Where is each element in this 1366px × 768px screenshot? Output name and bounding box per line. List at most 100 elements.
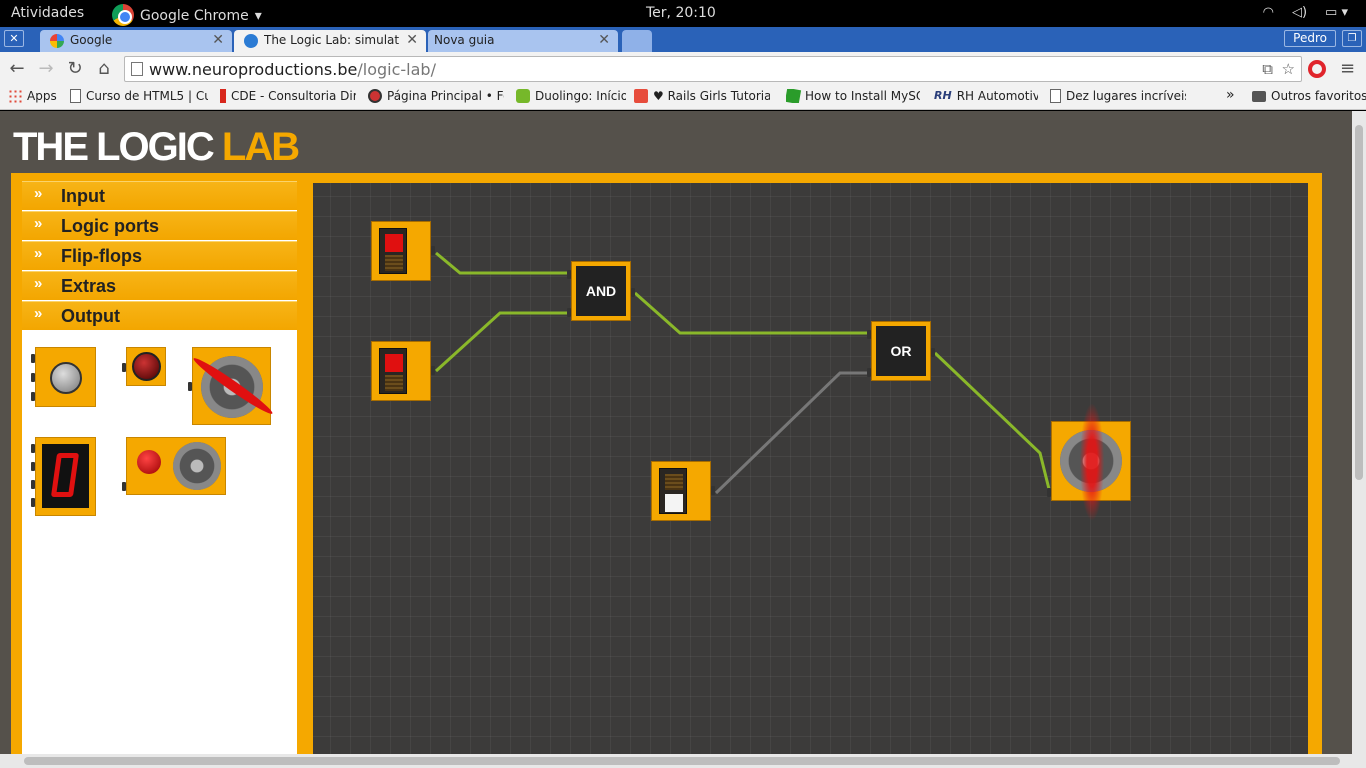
input-pin <box>31 373 35 382</box>
address-bar[interactable]: www.neuroproductions.be/logic-lab/ ⧉ ☆ <box>124 56 1302 82</box>
led-icon <box>132 352 161 381</box>
input-pin <box>122 482 126 491</box>
circuit-canvas[interactable]: AND OR <box>313 183 1308 754</box>
wire-switch2-and[interactable] <box>434 311 570 373</box>
bookmark-label: RH Automotive <box>956 89 1038 103</box>
output-pin <box>711 486 715 495</box>
battery-icon[interactable]: ▭ ▾ <box>1325 5 1348 20</box>
logo-accent-text: LAB <box>221 125 300 169</box>
wire-switch3-or[interactable] <box>714 371 870 495</box>
fan-output-component[interactable] <box>188 347 276 425</box>
profile-button[interactable]: Pedro <box>1284 30 1336 47</box>
bookmark-star-icon[interactable]: ☆ <box>1282 60 1295 78</box>
cde-icon <box>220 89 226 103</box>
page-icon <box>70 89 81 103</box>
scrollbar-thumb[interactable] <box>24 757 1340 765</box>
system-top-bar: Atividades Google Chrome ▾ Ter, 20:10 ◠ … <box>0 0 1366 27</box>
close-tab-icon[interactable]: ✕ <box>598 32 610 48</box>
seven-segment-display-component[interactable] <box>31 437 96 516</box>
logic-lab-logo: THE LOGIC LAB <box>13 125 300 170</box>
category-label: Logic ports <box>61 216 159 236</box>
category-flip-flops[interactable]: » Flip-flops <box>22 241 297 270</box>
tab-google[interactable]: Google ✕ <box>40 30 232 52</box>
bookmark-apps[interactable]: Apps <box>8 89 60 103</box>
wires-layer <box>434 251 1052 495</box>
window-restore-button[interactable]: ❐ <box>1342 30 1362 47</box>
led-output-component[interactable] <box>122 347 166 386</box>
app-name: Google Chrome <box>140 8 249 24</box>
category-logic-ports[interactable]: » Logic ports <box>22 211 297 240</box>
bookmark-item[interactable]: ♥ Rails Girls Tutorial <box>634 89 770 103</box>
translate-icon[interactable]: ⧉ <box>1262 60 1273 78</box>
window-close-button[interactable]: ✕ <box>4 30 24 47</box>
fan-output[interactable] <box>1047 404 1131 520</box>
tab-logic-lab[interactable]: The Logic Lab: simulating ✕ <box>234 30 426 52</box>
other-bookmarks[interactable]: Outros favoritos <box>1252 89 1366 103</box>
back-arrow-icon[interactable]: ← <box>6 58 28 80</box>
or-gate[interactable]: OR <box>867 321 935 381</box>
wifi-icon[interactable]: ◠ <box>1263 5 1274 20</box>
toggle-switch[interactable] <box>651 461 715 521</box>
wire-or-fan[interactable] <box>933 351 1052 494</box>
input-pin <box>31 480 35 489</box>
home-icon[interactable]: ⌂ <box>93 58 115 80</box>
bookmark-label: CDE - Consultoria Dire <box>231 89 356 103</box>
tab-nova-guia[interactable]: Nova guia ✕ <box>428 30 618 52</box>
chrome-menu-icon[interactable]: ≡ <box>1340 58 1355 79</box>
double-chevron-icon: » <box>34 245 43 262</box>
switch-grip <box>665 474 683 490</box>
input-pin <box>188 382 192 391</box>
rails-girls-icon <box>634 89 648 103</box>
bookmark-item[interactable]: Página Principal • Fór <box>368 89 504 103</box>
toggle-switch[interactable] <box>371 341 435 401</box>
category-output[interactable]: » Output <box>22 301 297 330</box>
and-gate[interactable]: AND <box>567 261 635 321</box>
bulb-output-component[interactable] <box>31 347 96 407</box>
double-chevron-icon: » <box>34 185 43 202</box>
duolingo-icon <box>516 89 530 103</box>
switch-on-indicator <box>385 354 403 372</box>
category-input[interactable]: » Input <box>22 181 297 210</box>
forward-arrow-icon[interactable]: → <box>35 58 57 80</box>
tab-strip: ✕ Google ✕ The Logic Lab: simulating ✕ N… <box>0 27 1366 52</box>
volume-icon[interactable]: ◁) <box>1292 5 1307 20</box>
bookmark-item[interactable]: RH RH Automotive <box>934 89 1038 103</box>
new-tab-button[interactable] <box>622 30 652 52</box>
input-pin <box>31 462 35 471</box>
vertical-scrollbar[interactable] <box>1352 111 1366 754</box>
bookmark-item[interactable]: Duolingo: Início <box>516 89 626 103</box>
rh-icon: RH <box>934 89 952 102</box>
browser-toolbar: ← → ↻ ⌂ www.neuroproductions.be/logic-la… <box>0 52 1366 86</box>
category-extras[interactable]: » Extras <box>22 271 297 300</box>
wire-switch1-and[interactable] <box>435 251 570 275</box>
app-menu[interactable]: Google Chrome ▾ <box>112 4 262 27</box>
bookmark-label: Outros favoritos <box>1271 89 1366 103</box>
bookmark-label: ♥ Rails Girls Tutorial <box>653 89 770 103</box>
reload-icon[interactable]: ↻ <box>64 58 86 80</box>
category-label: Output <box>61 306 120 326</box>
page-info-icon[interactable] <box>131 62 143 76</box>
bookmarks-overflow-button[interactable]: » <box>1226 87 1235 103</box>
input-pin <box>567 308 571 317</box>
bookmark-item[interactable]: Curso de HTML5 | Cu <box>70 89 208 103</box>
system-tray[interactable]: ◠ ◁) ▭ ▾ <box>1263 5 1348 20</box>
switch-body <box>659 468 687 514</box>
double-chevron-icon: » <box>34 215 43 232</box>
scrollbar-thumb[interactable] <box>1355 125 1363 480</box>
opera-extension-icon[interactable] <box>1308 60 1326 78</box>
page-content: THE LOGIC LAB » Input » Logic ports » Flip-… <box>0 111 1352 754</box>
wire-and-or[interactable] <box>634 291 870 335</box>
close-tab-icon[interactable]: ✕ <box>212 32 224 48</box>
switch-off-indicator <box>665 494 683 512</box>
horizontal-scrollbar[interactable] <box>0 754 1366 768</box>
bookmark-item[interactable]: How to Install MySQL <box>786 89 920 103</box>
sound-output-component[interactable] <box>122 437 226 495</box>
bookmark-item[interactable]: CDE - Consultoria Dire <box>220 89 356 103</box>
forum-icon <box>368 89 382 103</box>
bookmark-item[interactable]: Dez lugares incríveis <box>1050 89 1186 103</box>
activities-button[interactable]: Atividades <box>11 5 84 21</box>
input-pin <box>31 354 35 363</box>
toggle-switch[interactable] <box>371 221 435 281</box>
close-tab-icon[interactable]: ✕ <box>406 32 418 48</box>
clock[interactable]: Ter, 20:10 <box>646 5 716 21</box>
